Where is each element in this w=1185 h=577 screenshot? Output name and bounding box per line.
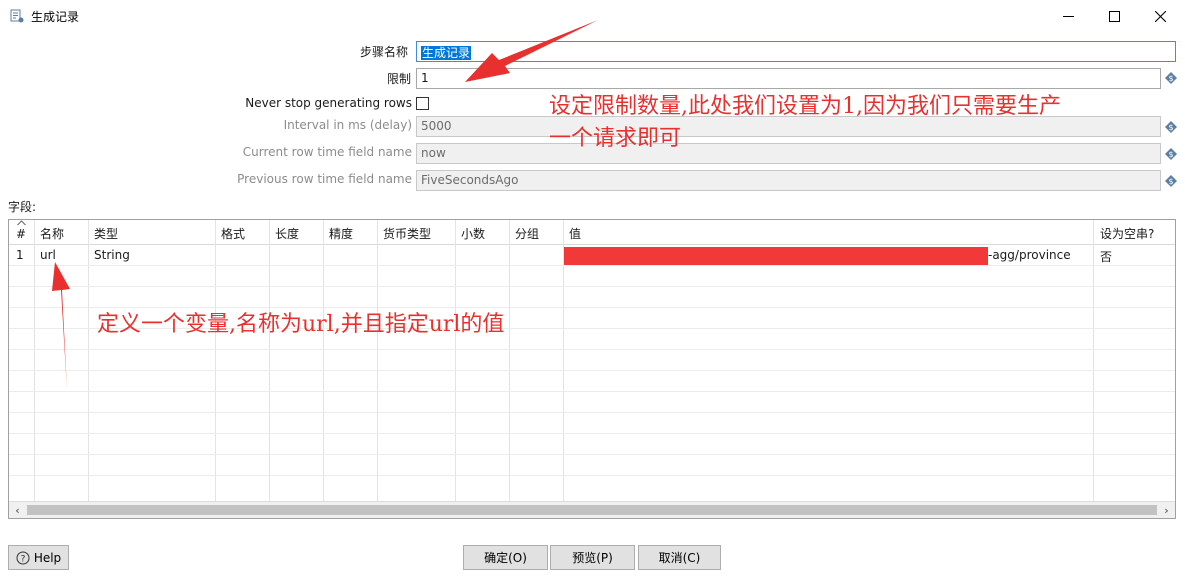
fields-label: 字段: [8, 200, 37, 214]
limit-value: 1 [421, 71, 429, 85]
row-divider [9, 286, 1175, 287]
cancel-label: 取消(C) [658, 551, 701, 565]
interval-label: Interval in ms (delay) [283, 118, 412, 132]
svg-text:$: $ [1168, 123, 1173, 132]
row-divider [9, 412, 1175, 413]
preview-label: 预览(P) [572, 551, 613, 565]
preview-button[interactable]: 预览(P) [550, 545, 635, 570]
close-button[interactable] [1137, 0, 1183, 33]
step-name-label: 步骤名称 [359, 45, 408, 59]
fields-table[interactable]: # 名称 类型 格式 长度 精度 货币类型 小数 分组 值 设为空串? 1 ur… [8, 219, 1176, 519]
cancel-button[interactable]: 取消(C) [638, 545, 721, 570]
redacted-value [564, 247, 988, 265]
column-header-format[interactable]: 格式 [221, 225, 245, 242]
limit-label: 限制 [386, 72, 411, 86]
cell-number[interactable]: 1 [16, 248, 24, 262]
column-header-number[interactable]: # [16, 227, 26, 241]
horizontal-scrollbar[interactable]: ‹ › [9, 501, 1175, 518]
row-divider [9, 433, 1175, 434]
svg-text:?: ? [20, 554, 25, 564]
row-divider [9, 475, 1175, 476]
column-header-decimal[interactable]: 小数 [461, 225, 485, 242]
variable-icon[interactable]: $ [1164, 174, 1178, 188]
never-stop-label: Never stop generating rows [245, 96, 412, 110]
minimize-button[interactable] [1045, 0, 1091, 33]
current-row-label: Current row time field name [242, 145, 412, 159]
column-header-precision[interactable]: 精度 [329, 225, 353, 242]
annotation-field: 定义一个变量,名称为url,并且指定url的值 [97, 312, 505, 337]
row-divider [9, 349, 1175, 350]
column-header-empty[interactable]: 设为空串? [1100, 225, 1154, 242]
step-name-value: 生成记录 [421, 46, 472, 60]
svg-text:$: $ [1168, 150, 1173, 159]
scroll-left-icon[interactable]: ‹ [9, 502, 26, 518]
current-row-input[interactable]: now [416, 143, 1161, 164]
never-stop-checkbox[interactable] [416, 97, 429, 110]
current-row-value: now [421, 146, 446, 160]
column-header-group[interactable]: 分组 [515, 225, 539, 242]
annotation-limit-line1: 设定限制数量,此处我们设置为1,因为我们只需要生产 [549, 94, 1061, 119]
sort-up-icon[interactable] [17, 220, 26, 226]
help-label: Help [33, 550, 62, 565]
cell-type[interactable]: String [94, 248, 130, 262]
title-bar: 生成记录 [0, 0, 1185, 33]
previous-row-label: Previous row time field name [237, 172, 412, 186]
maximize-icon [1108, 11, 1120, 22]
window-title: 生成记录 [31, 10, 80, 24]
column-header-name[interactable]: 名称 [40, 225, 64, 242]
column-header-value[interactable]: 值 [569, 225, 581, 242]
ok-label: 确定(O) [484, 551, 527, 565]
cell-name[interactable]: url [40, 248, 56, 262]
transform-step-icon [10, 9, 24, 23]
close-icon [1154, 11, 1166, 22]
row-divider [9, 265, 1175, 266]
previous-row-value: FiveSecondsAgo [421, 173, 519, 187]
row-divider [9, 454, 1175, 455]
step-name-input[interactable]: 生成记录 [416, 41, 1176, 62]
annotation-limit-line2: 一个请求即可 [549, 126, 682, 151]
svg-text:$: $ [1168, 74, 1173, 83]
variable-icon[interactable]: $ [1164, 147, 1178, 161]
minimize-icon [1062, 16, 1074, 17]
ok-button[interactable]: 确定(O) [463, 545, 548, 570]
variable-icon[interactable]: $ [1164, 71, 1178, 85]
column-header-length[interactable]: 长度 [275, 225, 299, 242]
help-button[interactable]: ? Help [8, 545, 69, 570]
variable-icon[interactable]: $ [1164, 120, 1178, 134]
previous-row-input[interactable]: FiveSecondsAgo [416, 170, 1161, 191]
row-divider [9, 391, 1175, 392]
cell-value[interactable]: -agg/province [988, 248, 1071, 262]
row-divider [9, 370, 1175, 371]
limit-input[interactable]: 1 [416, 68, 1161, 89]
scroll-thumb[interactable] [27, 505, 1157, 515]
interval-value: 5000 [421, 119, 452, 133]
scroll-right-icon[interactable]: › [1158, 502, 1175, 518]
maximize-button[interactable] [1091, 0, 1137, 33]
column-header-currency[interactable]: 货币类型 [383, 225, 431, 242]
cell-empty[interactable]: 否 [1100, 248, 1112, 265]
column-header-type[interactable]: 类型 [94, 225, 118, 242]
svg-text:$: $ [1168, 177, 1173, 186]
help-icon: ? [16, 551, 30, 564]
